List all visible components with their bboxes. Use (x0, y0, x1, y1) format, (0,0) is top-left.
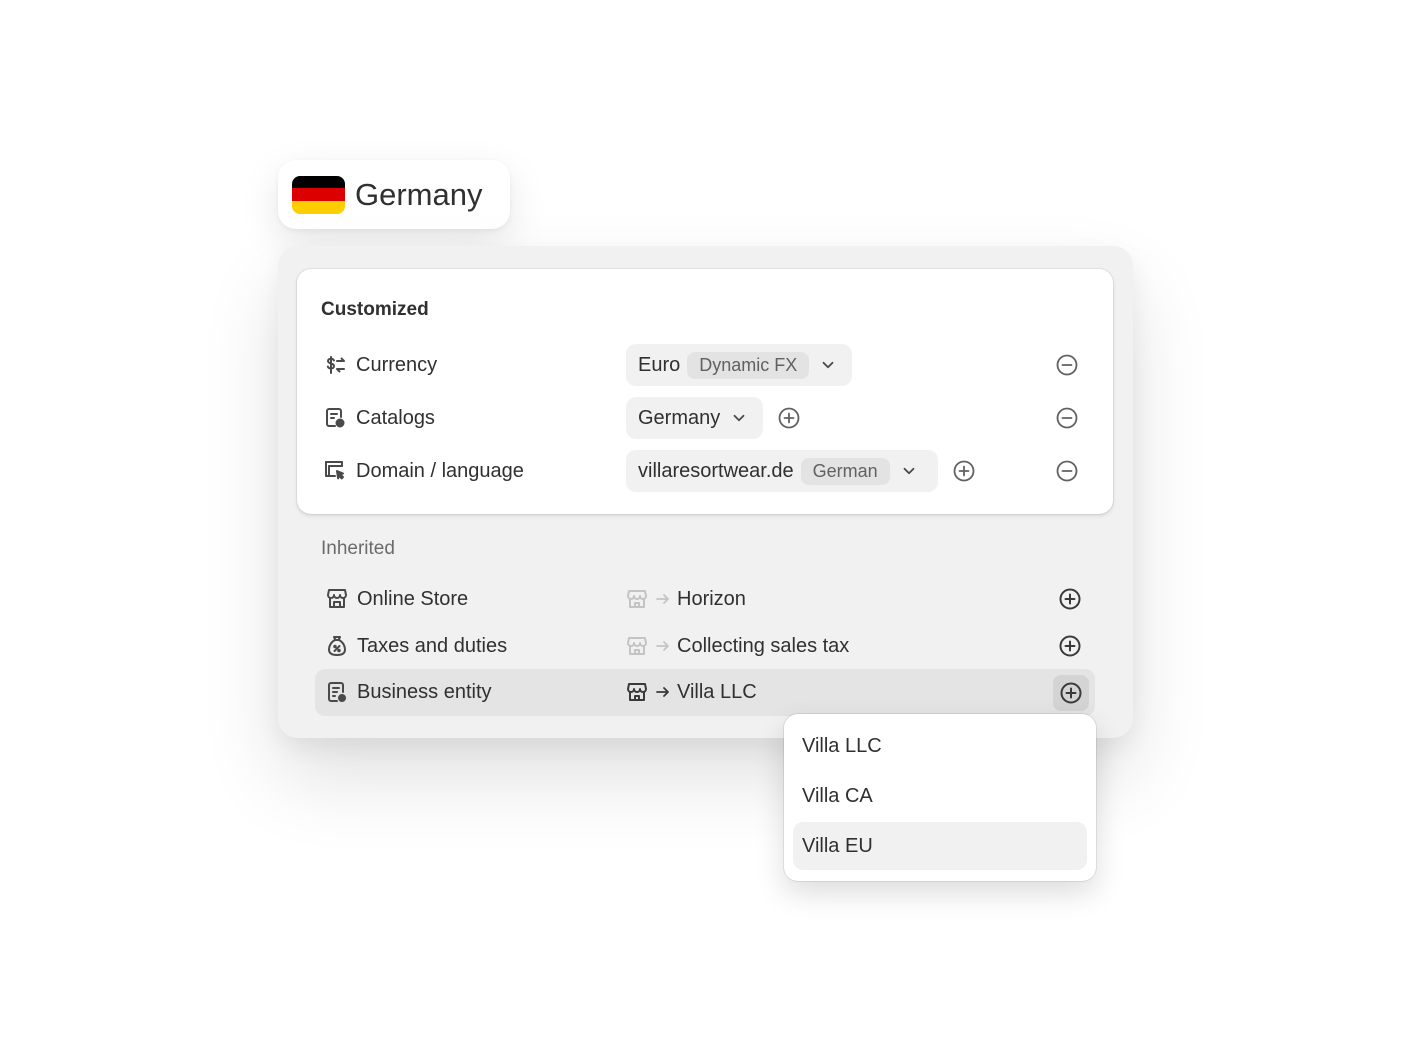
business-entity-dropdown: Villa LLC Villa CA Villa EU (784, 714, 1096, 881)
country-name: Germany (355, 176, 483, 212)
remove-currency-button[interactable] (1054, 352, 1080, 378)
tax-setting-value: Collecting sales tax (677, 634, 850, 657)
dynamic-fx-badge: Dynamic FX (687, 351, 810, 379)
online-store-value: Horizon (625, 587, 746, 611)
business-entity-icon (325, 680, 349, 704)
minus-circle-icon (1056, 407, 1078, 429)
catalog-value: Germany (638, 406, 721, 429)
online-store-icon (325, 587, 349, 611)
arrow-right-icon (656, 687, 669, 697)
country-chip: Germany (278, 160, 510, 229)
currency-row: Currency Euro Dynamic FX (297, 344, 1113, 386)
germany-flag-icon (292, 175, 345, 214)
business-entity-name: Villa LLC (677, 680, 757, 703)
inherited-section-title: Inherited (321, 538, 395, 559)
add-catalog-button[interactable] (776, 405, 802, 431)
minus-circle-icon (1056, 354, 1078, 376)
store-icon (627, 683, 647, 701)
taxes-duties-row: Taxes and duties Collecting sales tax (315, 623, 1095, 670)
business-entity-value: Villa LLC (625, 680, 757, 704)
plus-circle-icon (953, 460, 975, 482)
add-online-store-override-button[interactable] (1057, 586, 1085, 614)
catalogs-row: Catalogs Germany (297, 397, 1113, 439)
currency-value: Euro (638, 353, 681, 376)
add-business-entity-override-button[interactable] (1053, 675, 1089, 711)
language-badge: German (800, 457, 890, 485)
plus-circle-icon (1059, 588, 1081, 610)
online-store-label: Online Store (357, 588, 469, 610)
remove-domain-button[interactable] (1054, 458, 1080, 484)
business-entity-label: Business entity (357, 681, 492, 703)
catalogs-label: Catalogs (356, 406, 435, 429)
currency-exchange-icon (323, 353, 347, 377)
currency-label: Currency (356, 353, 438, 376)
plus-circle-icon (1059, 635, 1081, 657)
store-icon (627, 637, 647, 655)
chevron-down-icon (822, 361, 834, 369)
customized-card: Customized Currency Euro Dynamic FX Cata… (297, 269, 1113, 514)
domain-language-row: Domain / language villaresortwear.de Ger… (297, 450, 1113, 492)
online-store-row: Online Store Horizon (315, 576, 1095, 623)
domain-icon (323, 459, 347, 483)
add-tax-override-button[interactable] (1057, 633, 1085, 661)
dropdown-option-villa-ca[interactable]: Villa CA (793, 772, 1087, 820)
tax-bag-icon (325, 634, 349, 658)
catalog-select[interactable]: Germany (626, 397, 763, 439)
store-icon (627, 590, 647, 608)
taxes-duties-label: Taxes and duties (357, 635, 508, 657)
business-entity-row[interactable]: Business entity Villa LLC (315, 669, 1095, 716)
domain-select[interactable]: villaresortwear.de German (626, 450, 938, 492)
dropdown-option-villa-llc[interactable]: Villa LLC (793, 722, 1087, 770)
domain-language-label: Domain / language (356, 459, 524, 482)
catalog-icon (323, 406, 347, 430)
add-domain-button[interactable] (951, 458, 977, 484)
market-settings-panel: Customized Currency Euro Dynamic FX Cata… (278, 246, 1133, 738)
plus-circle-icon (778, 407, 800, 429)
chevron-down-icon (903, 467, 915, 475)
currency-select[interactable]: Euro Dynamic FX (626, 344, 852, 386)
minus-circle-icon (1056, 460, 1078, 482)
domain-value: villaresortwear.de (638, 459, 794, 482)
online-store-theme: Horizon (677, 587, 746, 610)
customized-section-title: Customized (321, 299, 429, 320)
arrow-right-icon (656, 594, 669, 604)
plus-circle-icon (1060, 682, 1082, 704)
taxes-duties-value: Collecting sales tax (625, 634, 849, 658)
arrow-right-icon (656, 641, 669, 651)
dropdown-option-villa-eu[interactable]: Villa EU (793, 822, 1087, 870)
remove-catalog-button[interactable] (1054, 405, 1080, 431)
chevron-down-icon (733, 414, 745, 422)
